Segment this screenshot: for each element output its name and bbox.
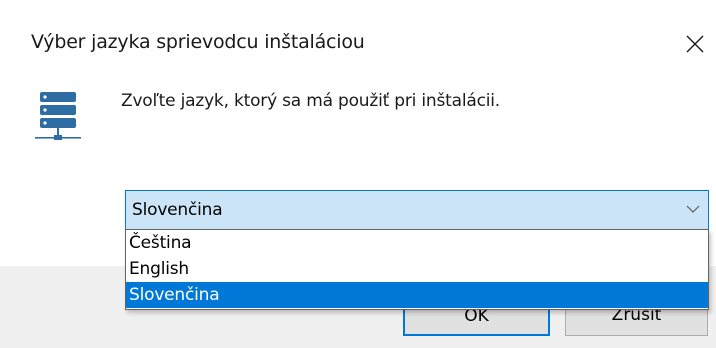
server-network-icon — [35, 92, 81, 140]
language-select[interactable]: Slovenčina — [125, 190, 709, 230]
close-button[interactable] — [676, 24, 712, 64]
chevron-down-icon — [686, 205, 700, 213]
language-option-cestina[interactable]: Čeština — [126, 230, 708, 256]
language-option-slovencina[interactable]: Slovenčina — [126, 282, 708, 308]
language-dialog: Výber jazyka sprievodcu inštaláciou Zvoľ… — [0, 0, 716, 348]
close-icon — [686, 35, 704, 53]
dialog-title: Výber jazyka sprievodcu inštaláciou — [31, 31, 365, 53]
language-select-value: Slovenčina — [132, 200, 223, 220]
language-dropdown-list: Čeština English Slovenčina — [125, 229, 709, 310]
instruction-text: Zvoľte jazyk, ktorý sa má použiť pri inš… — [121, 91, 500, 111]
language-option-english[interactable]: English — [126, 256, 708, 282]
